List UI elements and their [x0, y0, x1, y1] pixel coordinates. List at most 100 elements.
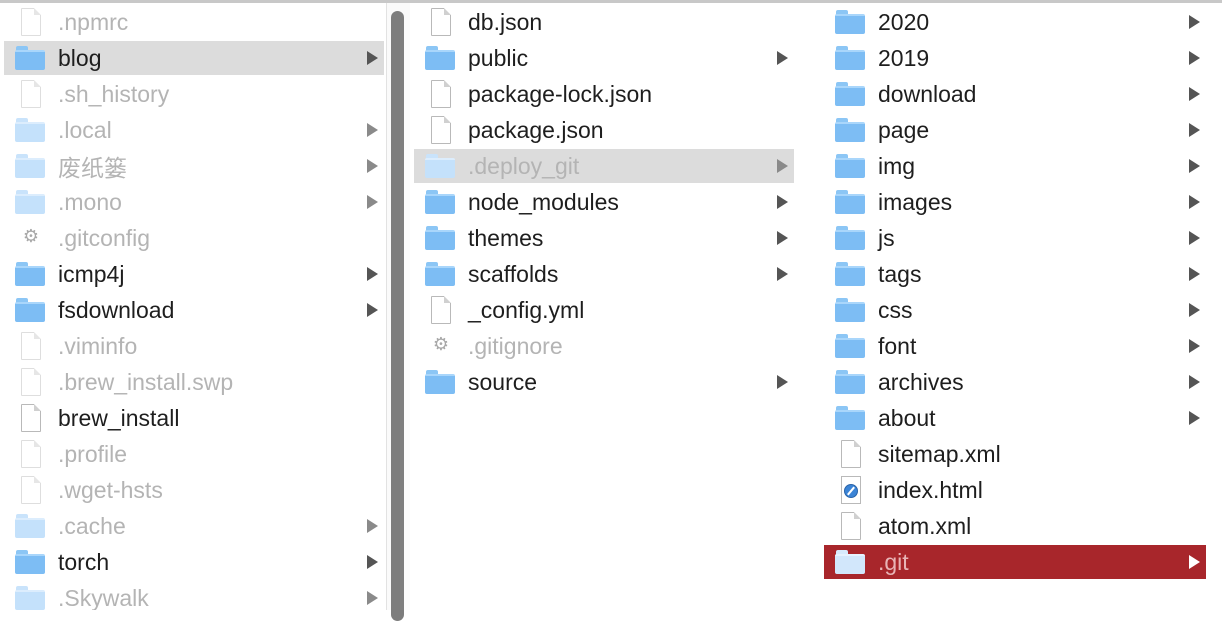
folder-row[interactable]: fsdownload — [4, 293, 384, 327]
item-name: font — [878, 332, 917, 359]
folder-row[interactable]: blog — [4, 41, 384, 75]
folder-row[interactable]: archives — [824, 365, 1206, 399]
folder-row[interactable]: css — [824, 293, 1206, 327]
document-icon — [424, 296, 456, 324]
folder-icon — [14, 260, 46, 288]
document-icon — [14, 332, 46, 360]
disclosure-arrow-icon — [1189, 87, 1200, 101]
item-name: .cache — [58, 512, 126, 539]
folder-row[interactable]: .git — [824, 545, 1206, 579]
disclosure-arrow-icon — [367, 195, 378, 209]
disclosure-arrow-icon — [1189, 123, 1200, 137]
folder-row[interactable]: 2020 — [824, 5, 1206, 39]
disclosure-arrow-icon — [367, 303, 378, 317]
folder-row[interactable]: page — [824, 113, 1206, 147]
file-row[interactable]: atom.xml — [824, 509, 1206, 543]
document-icon — [834, 512, 866, 540]
folder-row[interactable]: .Skywalk — [4, 581, 384, 610]
folder-row[interactable]: .deploy_git — [414, 149, 794, 183]
disclosure-arrow-icon — [1189, 195, 1200, 209]
item-name: .deploy_git — [468, 152, 580, 179]
folder-row[interactable]: font — [824, 329, 1206, 363]
item-name: atom.xml — [878, 512, 972, 539]
column-home: .npmrc blog .sh_history .local 废纸篓 .mono ⚙ .git… — [0, 3, 384, 610]
folder-row[interactable]: img — [824, 149, 1206, 183]
file-row[interactable]: .npmrc — [4, 5, 384, 39]
folder-row[interactable]: icmp4j — [4, 257, 384, 291]
folder-row[interactable]: torch — [4, 545, 384, 579]
item-name: js — [878, 224, 895, 251]
file-row[interactable]: .viminfo — [4, 329, 384, 363]
item-name: about — [878, 404, 936, 431]
document-icon — [14, 476, 46, 504]
folder-icon — [834, 44, 866, 72]
file-row[interactable]: index.html — [824, 473, 1206, 507]
disclosure-arrow-icon — [367, 267, 378, 281]
folder-icon — [14, 512, 46, 540]
item-name: fsdownload — [58, 296, 175, 323]
file-row[interactable]: db.json — [414, 5, 794, 39]
folder-icon — [834, 8, 866, 36]
folder-row[interactable]: 2019 — [824, 41, 1206, 75]
disclosure-arrow-icon — [1189, 375, 1200, 389]
file-row[interactable]: ⚙ .gitignore — [414, 329, 794, 363]
file-row[interactable]: .sh_history — [4, 77, 384, 111]
folder-row[interactable]: js — [824, 221, 1206, 255]
item-name: brew_install — [58, 404, 180, 431]
folder-icon — [14, 44, 46, 72]
item-name: page — [878, 116, 930, 143]
disclosure-arrow-icon — [777, 159, 788, 173]
item-name: .viminfo — [58, 332, 138, 359]
item-name: .local — [58, 116, 112, 143]
file-row[interactable]: .brew_install.swp — [4, 365, 384, 399]
document-icon — [14, 440, 46, 468]
disclosure-arrow-icon — [1189, 411, 1200, 425]
disclosure-arrow-icon — [367, 519, 378, 533]
folder-icon — [424, 188, 456, 216]
folder-icon — [14, 152, 46, 180]
file-row[interactable]: sitemap.xml — [824, 437, 1206, 471]
column-home-scrollbar-thumb[interactable] — [391, 11, 404, 621]
folder-row[interactable]: .local — [4, 113, 384, 147]
folder-row[interactable]: .cache — [4, 509, 384, 543]
file-row[interactable]: brew_install — [4, 401, 384, 435]
folder-icon — [834, 260, 866, 288]
finder-column-browser: .npmrc blog .sh_history .local 废纸篓 .mono ⚙ .git… — [0, 3, 1222, 621]
item-name: blog — [58, 44, 102, 71]
item-name: .sh_history — [58, 80, 170, 107]
folder-icon — [14, 584, 46, 610]
folder-row[interactable]: images — [824, 185, 1206, 219]
item-name: tags — [878, 260, 922, 287]
item-name: package-lock.json — [468, 80, 653, 107]
file-row[interactable]: package-lock.json — [414, 77, 794, 111]
item-name: .mono — [58, 188, 122, 215]
folder-row[interactable]: about — [824, 401, 1206, 435]
document-icon — [14, 368, 46, 396]
disclosure-arrow-icon — [1189, 51, 1200, 65]
folder-row[interactable]: source — [414, 365, 794, 399]
file-row[interactable]: .profile — [4, 437, 384, 471]
disclosure-arrow-icon — [1189, 555, 1200, 569]
file-row[interactable]: package.json — [414, 113, 794, 147]
folder-icon — [834, 116, 866, 144]
folder-row[interactable]: tags — [824, 257, 1206, 291]
item-name: 2020 — [878, 8, 930, 35]
folder-row[interactable]: 废纸篓 — [4, 149, 384, 183]
folder-row[interactable]: scaffolds — [414, 257, 794, 291]
file-row[interactable]: .wget-hsts — [4, 473, 384, 507]
folder-row[interactable]: node_modules — [414, 185, 794, 219]
folder-icon — [424, 44, 456, 72]
folder-row[interactable]: download — [824, 77, 1206, 111]
item-name: img — [878, 152, 916, 179]
folder-row[interactable]: .mono — [4, 185, 384, 219]
file-row[interactable]: ⚙ .gitconfig — [4, 221, 384, 255]
file-row[interactable]: _config.yml — [414, 293, 794, 327]
item-name: .npmrc — [58, 8, 129, 35]
item-name: torch — [58, 548, 110, 575]
folder-row[interactable]: themes — [414, 221, 794, 255]
folder-row[interactable]: public — [414, 41, 794, 75]
folder-icon — [834, 80, 866, 108]
disclosure-arrow-icon — [1189, 159, 1200, 173]
disclosure-arrow-icon — [367, 555, 378, 569]
item-name: source — [468, 368, 538, 395]
